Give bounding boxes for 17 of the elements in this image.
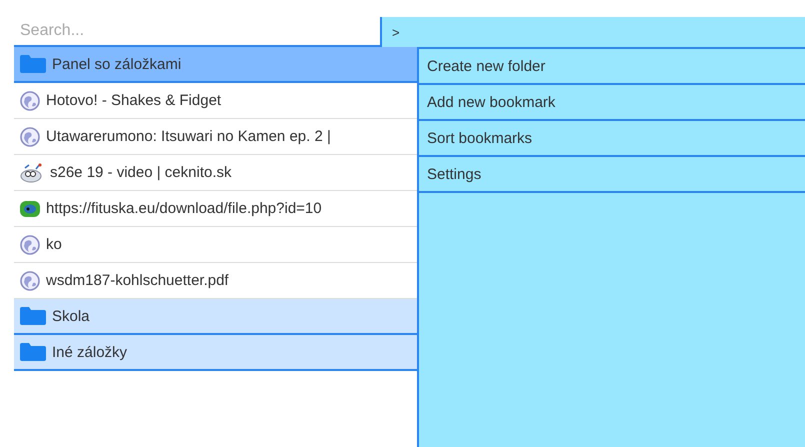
menu-item[interactable]: Add new bookmark (419, 85, 805, 121)
folder-icon (20, 307, 46, 325)
menu-item[interactable]: Create new folder (419, 49, 805, 85)
folder-item[interactable]: Panel so záložkami (14, 47, 417, 83)
cartoon-icon (20, 162, 44, 182)
folder-icon (20, 55, 46, 73)
favicon-icon (20, 200, 40, 218)
path-bar: > (380, 17, 805, 47)
folder-item[interactable]: Skola (14, 299, 417, 335)
menu-item[interactable]: Settings (419, 157, 805, 193)
globe-icon (20, 234, 40, 254)
menu-item[interactable]: Sort bookmarks (419, 121, 805, 157)
folder-item[interactable]: Iné záložky (14, 335, 417, 371)
folder-icon (20, 343, 46, 361)
globe-icon (20, 270, 40, 290)
globe-icon (20, 126, 40, 146)
globe-icon (20, 90, 40, 110)
